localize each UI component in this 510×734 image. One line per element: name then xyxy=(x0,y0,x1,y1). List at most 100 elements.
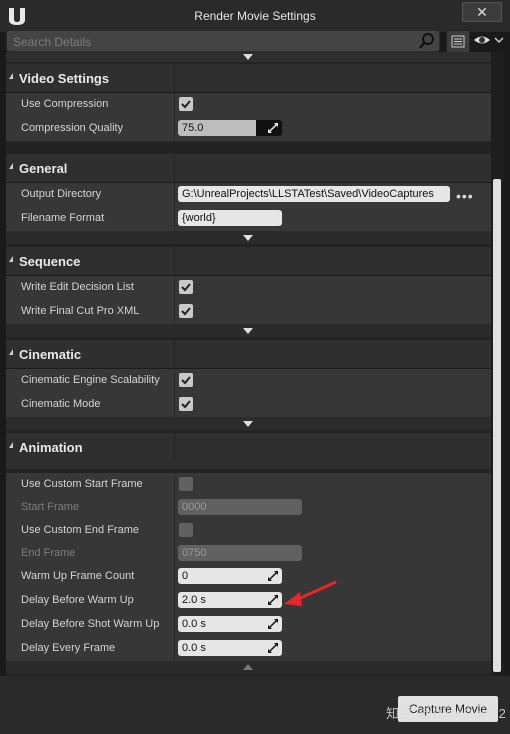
scrollbar[interactable] xyxy=(491,52,504,676)
checkmark-icon xyxy=(181,400,191,409)
delay-warmup-field[interactable]: 2.0 s xyxy=(178,592,282,608)
close-button[interactable]: ✕ xyxy=(462,2,502,22)
divider xyxy=(174,613,175,637)
divider xyxy=(174,637,175,661)
delay-every-frame-field[interactable]: 0.0 s xyxy=(178,640,282,656)
footer: Capture Movie 知乎 @BlueGoo22 xyxy=(0,676,510,734)
cinematic-mode-checkbox[interactable] xyxy=(179,397,193,411)
delay-shot-warmup-field[interactable]: 0.0 s xyxy=(178,616,282,632)
property-row-output-directory: Output Directory G:\UnrealProjects\LLSTA… xyxy=(6,183,491,208)
property-label: Cinematic Mode xyxy=(21,398,101,410)
category-sequence[interactable]: Sequence xyxy=(6,247,491,276)
divider xyxy=(174,565,175,589)
drag-arrows-icon xyxy=(268,619,278,629)
drag-arrows-icon xyxy=(268,595,278,605)
warmup-count-field[interactable]: 0 xyxy=(178,568,282,584)
category-video-settings[interactable]: Video Settings xyxy=(6,64,491,93)
chevron-down-icon xyxy=(243,421,253,427)
cinematic-scalability-checkbox[interactable] xyxy=(179,373,193,387)
divider xyxy=(174,369,175,393)
use-custom-start-checkbox[interactable] xyxy=(179,477,193,491)
property-row-warmup-count: Warm Up Frame Count 0 xyxy=(6,565,491,590)
checkmark-icon xyxy=(181,376,191,385)
checkmark-icon xyxy=(181,100,191,109)
divider xyxy=(174,117,175,141)
property-row-delay-warmup: Delay Before Warm Up 2.0 s xyxy=(6,589,491,614)
category-animation[interactable]: Animation xyxy=(6,433,491,462)
property-label: Write Final Cut Pro XML xyxy=(21,305,140,317)
write-edl-checkbox[interactable] xyxy=(179,280,193,294)
category-label: General xyxy=(19,161,68,176)
divider xyxy=(174,154,175,182)
category-general[interactable]: General xyxy=(6,154,491,183)
advanced-expander-sequence[interactable] xyxy=(6,325,491,337)
advanced-expander-general[interactable] xyxy=(6,232,491,244)
property-row-delay-shot-warmup: Delay Before Shot Warm Up 0.0 s xyxy=(6,613,491,638)
property-label: Write Edit Decision List xyxy=(21,281,134,293)
scrollbar-thumb[interactable] xyxy=(493,179,501,672)
divider xyxy=(174,473,175,497)
property-label: Cinematic Engine Scalability xyxy=(21,374,160,386)
advanced-collapse-animation[interactable] xyxy=(6,662,491,674)
divider xyxy=(174,393,175,417)
property-label: Warm Up Frame Count xyxy=(21,570,135,582)
category-cinematic[interactable]: Cinematic xyxy=(6,340,491,369)
divider xyxy=(174,542,175,566)
scroll-up-indicator[interactable] xyxy=(6,52,491,62)
divider xyxy=(174,276,175,300)
category-label: Animation xyxy=(19,440,83,455)
field-value: 0750 xyxy=(182,547,207,559)
eye-icon xyxy=(474,36,504,44)
category-label: Cinematic xyxy=(19,347,82,362)
filename-format-field[interactable]: {world} xyxy=(178,210,282,226)
section-spacer xyxy=(6,461,491,469)
browse-directory-button[interactable]: ••• xyxy=(456,188,474,204)
compression-quality-slider[interactable]: 75.0 xyxy=(178,120,282,136)
property-row-use-compression: Use Compression xyxy=(6,93,491,118)
property-label: Use Custom End Frame xyxy=(21,524,139,536)
divider xyxy=(174,64,175,92)
search-box xyxy=(6,30,440,52)
property-row-delay-every-frame: Delay Every Frame 0.0 s xyxy=(6,637,491,662)
collapse-arrow-icon xyxy=(9,163,13,169)
field-value: {world} xyxy=(182,212,216,224)
field-value: 0.0 s xyxy=(182,642,206,654)
drag-arrows-icon xyxy=(268,643,278,653)
write-fcp-xml-checkbox[interactable] xyxy=(179,304,193,318)
divider xyxy=(174,519,175,543)
advanced-expander-cinematic[interactable] xyxy=(6,418,491,430)
property-label: Start Frame xyxy=(21,501,80,513)
checkmark-icon xyxy=(181,283,191,292)
divider xyxy=(174,589,175,613)
start-frame-field: 0000 xyxy=(178,499,302,515)
watermark: 知乎 @BlueGoo22 xyxy=(386,706,507,721)
divider xyxy=(174,247,175,275)
property-row-start-frame: Start Frame 0000 xyxy=(6,496,491,521)
divider xyxy=(174,433,175,461)
divider xyxy=(174,340,175,368)
property-label: End Frame xyxy=(21,547,76,559)
output-directory-field[interactable]: G:\UnrealProjects\LLSTATest\Saved\VideoC… xyxy=(178,186,450,202)
drag-arrows-icon xyxy=(268,571,278,581)
property-label: Use Custom Start Frame xyxy=(21,478,143,490)
divider xyxy=(174,93,175,117)
visibility-filter-button[interactable] xyxy=(472,30,504,51)
search-icon[interactable] xyxy=(418,32,436,50)
drag-arrows-icon xyxy=(268,123,278,133)
list-view-icon xyxy=(451,35,465,48)
use-custom-end-checkbox[interactable] xyxy=(179,523,193,537)
property-row-compression-quality: Compression Quality 75.0 xyxy=(6,117,491,142)
property-row-filename-format: Filename Format {world} xyxy=(6,207,491,232)
chevron-down-icon xyxy=(243,235,253,241)
use-compression-checkbox[interactable] xyxy=(179,97,193,111)
chevron-down-icon xyxy=(243,54,253,60)
search-input[interactable] xyxy=(11,32,415,52)
property-row-edl: Write Edit Decision List xyxy=(6,276,491,301)
collapse-arrow-icon xyxy=(9,349,13,355)
field-value: G:\UnrealProjects\LLSTATest\Saved\VideoC… xyxy=(182,188,434,200)
view-options-button[interactable] xyxy=(446,30,470,53)
property-label: Compression Quality xyxy=(21,122,124,134)
property-label: Output Directory xyxy=(21,188,102,200)
details-panel: Video Settings Use Compression Compressi… xyxy=(6,52,491,676)
property-row-fcp-xml: Write Final Cut Pro XML xyxy=(6,300,491,325)
